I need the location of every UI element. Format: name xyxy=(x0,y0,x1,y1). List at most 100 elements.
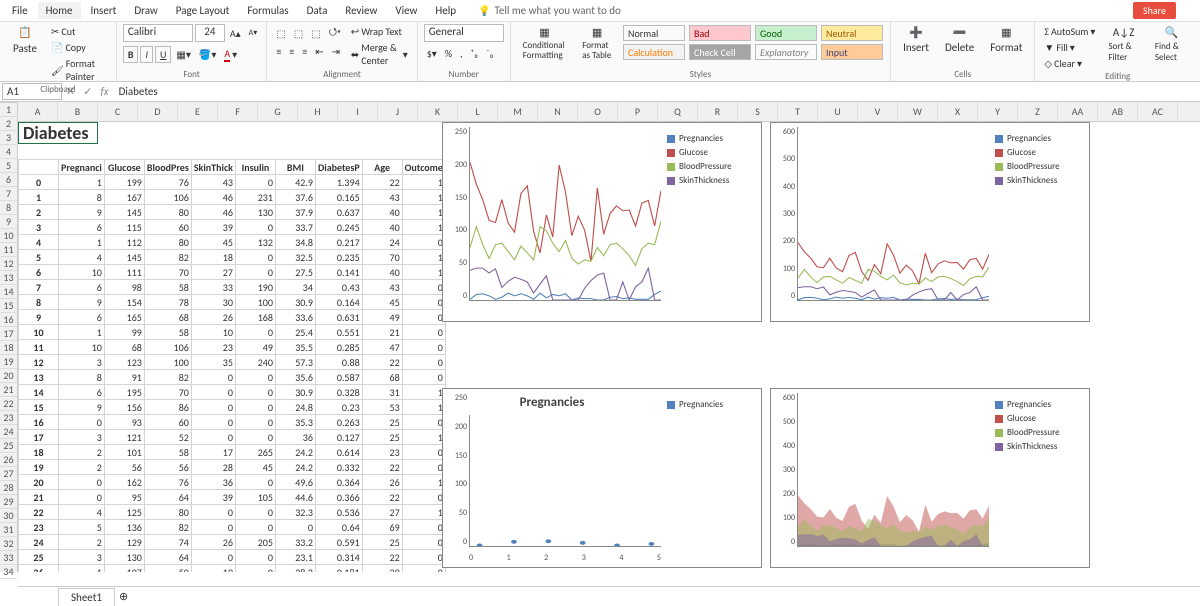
style-checkcell[interactable]: Check Cell xyxy=(689,44,751,60)
cell[interactable]: 37.6 xyxy=(275,190,315,205)
cell[interactable]: 60 xyxy=(144,415,191,430)
row-header-13[interactable]: 13 xyxy=(0,271,17,285)
row-header-5[interactable]: 5 xyxy=(0,159,17,173)
cell[interactable]: 0 xyxy=(235,265,275,280)
table-row[interactable]: 011997643042.91.394221 xyxy=(19,175,446,190)
cell[interactable]: 58 xyxy=(144,325,191,340)
cell[interactable]: 0.631 xyxy=(315,310,362,325)
cell[interactable]: 199 xyxy=(104,175,144,190)
cell[interactable]: 43 xyxy=(362,190,402,205)
underline-button[interactable]: U xyxy=(155,46,171,63)
row-header-19[interactable]: 19 xyxy=(0,355,17,369)
cell[interactable]: 0.591 xyxy=(315,535,362,550)
cell[interactable]: 0.141 xyxy=(315,265,362,280)
style-good[interactable]: Good xyxy=(755,25,817,41)
cell[interactable]: 33.7 xyxy=(275,220,315,235)
cell[interactable]: 0.23 xyxy=(315,400,362,415)
cell[interactable]: 1 xyxy=(402,175,445,190)
borders-button[interactable]: ▦▾ xyxy=(173,47,193,62)
cell[interactable]: 64 xyxy=(144,550,191,565)
cell[interactable]: 42.9 xyxy=(275,175,315,190)
cell[interactable]: 23 xyxy=(191,340,235,355)
table-row[interactable]: 2611075019028.30.181290 xyxy=(19,565,446,573)
row-header-34[interactable]: 34 xyxy=(0,565,17,579)
menu-formulas[interactable]: Formulas xyxy=(239,2,296,19)
cell[interactable]: 25 xyxy=(362,415,402,430)
cell[interactable]: 145 xyxy=(104,205,144,220)
cell[interactable]: 1 xyxy=(402,505,445,520)
cell[interactable]: 19 xyxy=(19,460,59,475)
align-mid-button[interactable]: ⬚ xyxy=(291,26,306,41)
cell[interactable]: 0 xyxy=(191,400,235,415)
cell[interactable]: 0.366 xyxy=(315,490,362,505)
cell[interactable]: 24 xyxy=(19,535,59,550)
cell[interactable]: 0 xyxy=(402,340,445,355)
row-header-6[interactable]: 6 xyxy=(0,173,17,187)
style-normal[interactable]: Normal xyxy=(623,25,685,41)
cell[interactable]: 0 xyxy=(235,175,275,190)
cell[interactable]: 49 xyxy=(235,340,275,355)
clear-button[interactable]: ◇Clear▾ xyxy=(1041,56,1098,71)
cell[interactable]: 129 xyxy=(104,535,144,550)
style-neutral[interactable]: Neutral xyxy=(821,25,883,41)
table-row[interactable]: 1925656284524.20.332220 xyxy=(19,460,446,475)
cell[interactable]: 231 xyxy=(235,190,275,205)
cell[interactable]: 95 xyxy=(104,490,144,505)
cell[interactable]: 26 xyxy=(19,565,59,573)
cell[interactable]: 76 xyxy=(144,175,191,190)
cell[interactable]: 265 xyxy=(235,445,275,460)
cell[interactable]: 1 xyxy=(402,205,445,220)
col-header-A[interactable]: A xyxy=(18,102,58,121)
cell[interactable]: 10 xyxy=(19,325,59,340)
table-row[interactable]: 41112804513234.80.217240 xyxy=(19,235,446,250)
cell[interactable]: 0 xyxy=(402,235,445,250)
cell[interactable]: 26 xyxy=(191,535,235,550)
cell[interactable]: 0.536 xyxy=(315,505,362,520)
cell[interactable]: 19 xyxy=(191,565,235,573)
cell[interactable]: 0.314 xyxy=(315,550,362,565)
table-row[interactable]: 146195700030.90.328311 xyxy=(19,385,446,400)
table-header[interactable]: Pregnanci xyxy=(59,160,105,175)
cell[interactable]: 86 xyxy=(144,400,191,415)
cell[interactable]: 35.3 xyxy=(275,415,315,430)
wrap-text-button[interactable]: ↩Wrap Text xyxy=(348,24,411,39)
cell[interactable]: 1 xyxy=(59,565,105,573)
align-right-button[interactable]: ≡ xyxy=(299,44,310,59)
row-header-4[interactable]: 4 xyxy=(0,145,17,159)
formula-input[interactable]: Diabetes xyxy=(113,84,1200,99)
cell[interactable]: 70 xyxy=(144,265,191,280)
cell[interactable]: 0 xyxy=(235,430,275,445)
cell[interactable]: 82 xyxy=(144,250,191,265)
cell[interactable]: 0 xyxy=(235,250,275,265)
row-header-2[interactable]: 2 xyxy=(0,117,17,131)
cell[interactable]: 68 xyxy=(362,370,402,385)
cell[interactable]: 0.235 xyxy=(315,250,362,265)
cell[interactable]: 6 xyxy=(59,310,105,325)
new-sheet-button[interactable]: ⊕ xyxy=(119,590,128,603)
cell[interactable]: 28 xyxy=(191,460,235,475)
cell[interactable]: 49.6 xyxy=(275,475,315,490)
cell[interactable]: 15 xyxy=(19,400,59,415)
align-center-button[interactable]: ≡ xyxy=(286,44,297,59)
data-table[interactable]: PregnanciGlucoseBloodPresSkinThickInsuli… xyxy=(18,159,446,572)
cell[interactable]: 33.6 xyxy=(275,310,315,325)
col-header-AC[interactable]: AC xyxy=(1138,102,1178,121)
cell[interactable]: 106 xyxy=(144,340,191,355)
table-row[interactable]: 224125800032.30.536271 xyxy=(19,505,446,520)
cell[interactable]: 0 xyxy=(235,400,275,415)
cell[interactable]: 76 xyxy=(144,475,191,490)
cell[interactable]: 11 xyxy=(19,340,59,355)
cell[interactable]: 0.364 xyxy=(315,475,362,490)
col-header-T[interactable]: T xyxy=(778,102,818,121)
menu-pagelayout[interactable]: Page Layout xyxy=(168,2,238,19)
row-header-15[interactable]: 15 xyxy=(0,299,17,313)
row-header-11[interactable]: 11 xyxy=(0,243,17,257)
menu-home[interactable]: Home xyxy=(38,2,81,19)
cell[interactable]: 43 xyxy=(191,175,235,190)
cell[interactable]: 2 xyxy=(59,460,105,475)
table-row[interactable]: 21095643910544.60.366220 xyxy=(19,490,446,505)
decrease-font-button[interactable]: A▾ xyxy=(246,27,261,39)
cell[interactable]: 107 xyxy=(104,565,144,573)
cell[interactable]: 33 xyxy=(191,280,235,295)
table-header[interactable]: Insulin xyxy=(235,160,275,175)
